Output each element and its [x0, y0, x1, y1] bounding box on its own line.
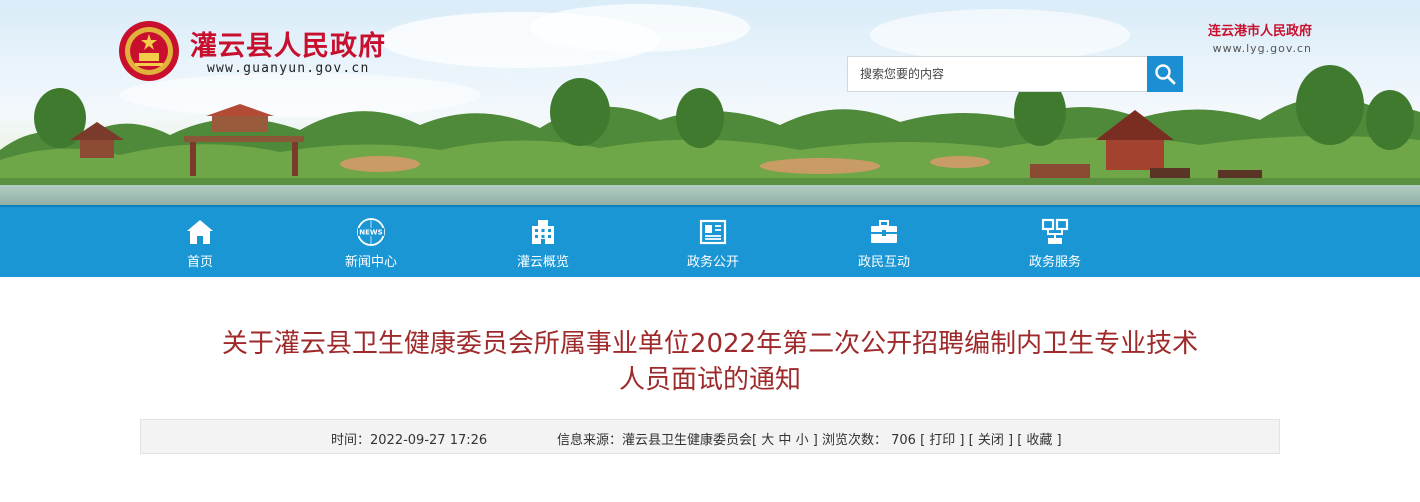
search-box: [847, 56, 1183, 92]
news-icon: NEWS: [357, 218, 385, 246]
search-button[interactable]: [1147, 56, 1183, 92]
nav-item-news[interactable]: NEWS 新闻中心: [311, 207, 431, 277]
source-label: 信息来源：: [557, 433, 623, 448]
nav-label: 新闻中心: [344, 255, 397, 270]
font-size-small-link[interactable]: 小: [796, 433, 809, 448]
header-banner: 灌云县人民政府 www.guanyun.gov.cn 连云港市人民政府 www.…: [0, 0, 1420, 205]
source-value: 灌云县卫生健康委员会: [622, 433, 753, 448]
close-link[interactable]: [ 关闭 ]: [969, 433, 1013, 448]
site-domain: www.guanyun.gov.cn: [207, 61, 370, 76]
time-value: 2022-09-27 17:26: [370, 433, 488, 448]
font-size-large-link[interactable]: 大: [761, 433, 774, 448]
search-input[interactable]: [847, 56, 1147, 92]
font-size-medium-link[interactable]: 中: [778, 433, 791, 448]
document-icon: [699, 219, 727, 245]
nav-item-services[interactable]: 政务服务: [995, 207, 1115, 277]
article-title: 关于灌云县卫生健康委员会所属事业单位2022年第二次公开招聘编制内卫生专业技术 …: [140, 326, 1280, 398]
home-icon: [187, 220, 213, 244]
nav-item-interaction[interactable]: 政民互动: [824, 207, 944, 277]
nav-label: 首页: [186, 255, 213, 270]
city-domain: www.lyg.gov.cn: [1212, 42, 1312, 55]
nav-item-overview[interactable]: 灌云概览: [483, 207, 603, 277]
main-navigation: 首页 NEWS 新闻中心 灌云概览 政务公开 政民互动 政务服务: [0, 205, 1420, 277]
nav-label: 政民互动: [857, 255, 910, 270]
font-size-bracket-open: [: [752, 433, 758, 448]
search-icon: [1155, 64, 1176, 85]
views-label: 浏览次数：: [821, 433, 887, 448]
city-name[interactable]: 连云港市人民政府: [1208, 20, 1312, 39]
nav-item-gov-affairs[interactable]: 政务公开: [653, 207, 773, 277]
nav-item-home[interactable]: 首页: [140, 207, 260, 277]
font-size-bracket-close: ]: [812, 433, 818, 448]
views-count: 706: [891, 433, 916, 448]
site-name[interactable]: 灌云县人民政府: [190, 24, 386, 63]
favorite-link[interactable]: [ 收藏 ]: [1017, 433, 1061, 448]
briefcase-icon: [871, 220, 897, 243]
network-icon: [1041, 218, 1069, 244]
nav-label: 灌云概览: [516, 255, 569, 270]
time-label: 时间：: [331, 433, 371, 448]
publish-time: 时间：2022-09-27 17:26: [331, 429, 487, 448]
city-government-link[interactable]: 连云港市人民政府 www.lyg.gov.cn: [1208, 20, 1312, 55]
article-title-line2: 人员面试的通知: [618, 365, 801, 395]
article-meta-bar: 时间：2022-09-27 17:26 信息来源：灌云县卫生健康委员会[ 大 中…: [140, 419, 1280, 454]
print-link[interactable]: [ 打印 ]: [920, 433, 964, 448]
article-meta-info: 信息来源：灌云县卫生健康委员会[ 大 中 小 ] 浏览次数： 706 [ 打印 …: [557, 429, 1062, 448]
article-title-line1: 关于灌云县卫生健康委员会所属事业单位2022年第二次公开招聘编制内卫生专业技术: [221, 329, 1199, 359]
svg-text:NEWS: NEWS: [359, 229, 382, 237]
nav-label: 政务公开: [686, 255, 739, 270]
building-icon: [532, 220, 554, 244]
nav-label: 政务服务: [1028, 255, 1081, 270]
national-emblem-icon: [119, 21, 179, 81]
